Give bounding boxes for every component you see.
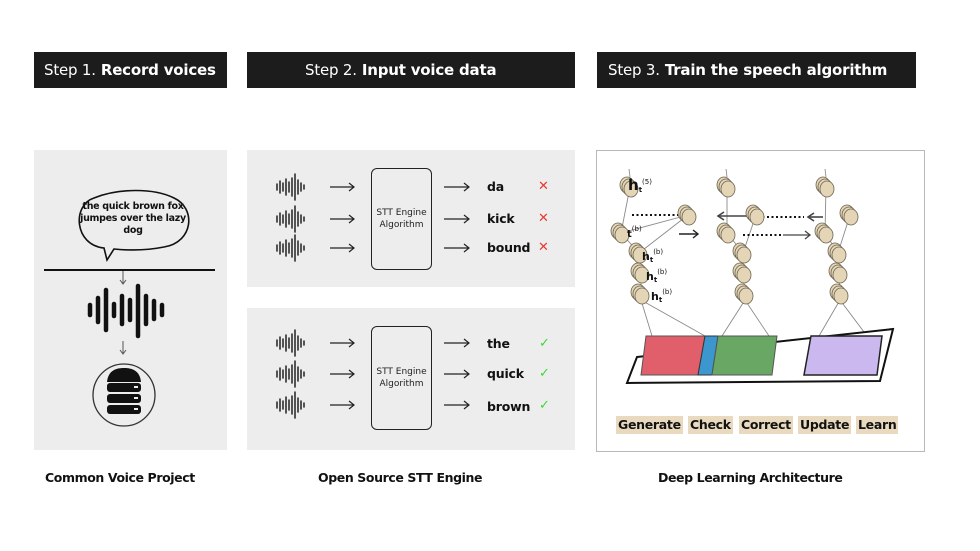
- output-word: the: [487, 336, 510, 351]
- arrow-down-icon: [119, 271, 127, 285]
- sound-wave-icon: [276, 391, 305, 419]
- tag-correct: Correct: [739, 416, 793, 434]
- red-block: [640, 335, 706, 376]
- sound-wave-icon: [276, 173, 305, 201]
- arrow-right-icon: [444, 369, 470, 379]
- network-node: [829, 283, 849, 305]
- sound-wave-icon: [276, 205, 305, 233]
- network-node: [677, 204, 697, 226]
- network-node: [827, 242, 847, 264]
- network-node: [839, 204, 859, 226]
- stt-engine-box: STT Engine Algorithm: [371, 326, 432, 430]
- network-node: [828, 262, 848, 284]
- correct-check-icon: ✓: [539, 336, 550, 351]
- arrow-down-icon: [119, 341, 127, 355]
- network-node: [732, 262, 752, 284]
- arrow-right-icon: [330, 214, 355, 224]
- tag-check: Check: [688, 416, 733, 434]
- green-block: [711, 335, 778, 376]
- step-1-prefix: Step 1.: [44, 61, 96, 79]
- label-h-b-1: ht(b): [642, 248, 664, 264]
- step-1-header: Step 1. Record voices: [34, 52, 227, 88]
- arrow-right-icon: [330, 243, 355, 253]
- step-3-prefix: Step 3.: [608, 61, 660, 79]
- tag-update: Update: [798, 416, 852, 434]
- network-node: [734, 283, 754, 305]
- deep-learning-panel: ht(5) t(b) ht(b) ht(b) ht(b): [596, 150, 925, 452]
- label-h-top: ht(5): [628, 176, 652, 194]
- label-h-b-3: ht(b): [651, 288, 673, 304]
- label-h-b-2: ht(b): [646, 268, 668, 284]
- step-2-title: Input voice data: [361, 61, 497, 79]
- sound-wave-icon: [276, 234, 305, 262]
- step-3-header: Step 3. Train the speech algorithm: [597, 52, 916, 88]
- arrow-right-icon: [444, 338, 470, 348]
- output-word: bound: [487, 240, 531, 255]
- caption-deep-learning: Deep Learning Architecture: [658, 470, 843, 485]
- tag-generate: Generate: [616, 416, 683, 434]
- arrow-right-icon: [330, 400, 355, 410]
- incorrect-x-icon: ✕: [538, 211, 549, 226]
- stt-engine-box: STT Engine Algorithm: [371, 168, 432, 270]
- correct-check-icon: ✓: [539, 398, 550, 413]
- stt-engine-label-line1: STT Engine: [376, 367, 427, 377]
- arrow-right-icon: [444, 182, 470, 192]
- sound-wave-icon: [276, 329, 305, 357]
- record-voices-panel: the quick brown fox jumpes over the lazy…: [34, 150, 227, 450]
- output-word: da: [487, 179, 504, 194]
- arrow-right-icon: [444, 243, 470, 253]
- neural-network-diagram: [610, 168, 895, 385]
- output-word: brown: [487, 399, 531, 414]
- label-t-b: t(b): [627, 225, 642, 240]
- stt-engine-label-line1: STT Engine: [376, 208, 427, 218]
- network-node: [814, 222, 834, 244]
- speech-bubble-text: the quick brown fox jumpes over the lazy…: [80, 201, 186, 236]
- caption-common-voice: Common Voice Project: [45, 470, 195, 485]
- output-word: kick: [487, 211, 515, 226]
- arrow-right-icon: [444, 214, 470, 224]
- arrow-right-icon: [330, 338, 355, 348]
- incorrect-x-icon: ✕: [538, 179, 549, 194]
- stt-before-panel: STT Engine Algorithm da kick bound ✕ ✕ ✕: [247, 150, 575, 287]
- stt-engine-label-line2: Algorithm: [379, 220, 424, 230]
- arrow-right-icon: [444, 400, 470, 410]
- step-2-header: Step 2. Input voice data: [247, 52, 575, 88]
- record-voices-graphic: [44, 189, 215, 427]
- correct-check-icon: ✓: [539, 366, 550, 381]
- stt-after-panel: STT Engine Algorithm the quick brown ✓ ✓…: [247, 308, 575, 450]
- sound-wave-icon: [276, 360, 305, 388]
- network-node: [716, 222, 736, 244]
- incorrect-x-icon: ✕: [538, 240, 549, 255]
- network-node: [716, 176, 736, 198]
- step-2-prefix: Step 2.: [305, 61, 357, 79]
- arrow-right-icon: [330, 369, 355, 379]
- step-1-title: Record voices: [100, 61, 216, 79]
- network-node: [732, 242, 752, 264]
- sound-wave-icon: [87, 283, 165, 339]
- database-server-icon: [92, 363, 156, 427]
- step-3-title: Train the speech algorithm: [664, 61, 888, 79]
- stt-engine-label-line2: Algorithm: [379, 379, 424, 389]
- arrow-right-icon: [330, 182, 355, 192]
- caption-stt-engine: Open Source STT Engine: [318, 470, 483, 485]
- output-word: quick: [487, 366, 524, 381]
- network-node: [630, 283, 650, 305]
- purple-block: [803, 335, 883, 376]
- network-node: [745, 204, 765, 226]
- network-node: [815, 176, 835, 198]
- tag-learn: Learn: [856, 416, 899, 434]
